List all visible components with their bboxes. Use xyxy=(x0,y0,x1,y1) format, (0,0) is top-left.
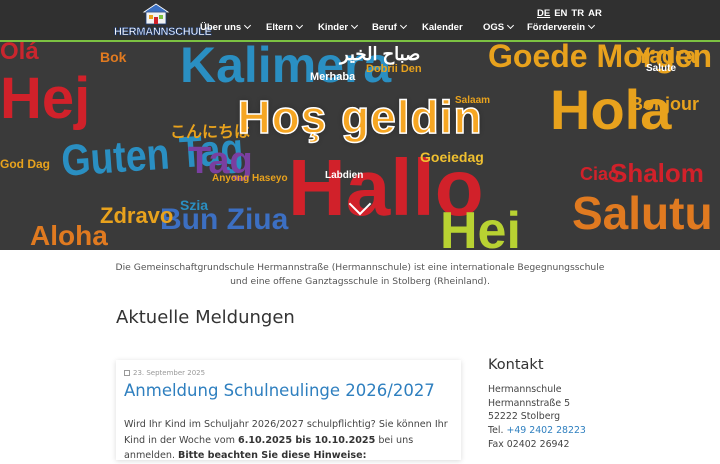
nav-item-label: Kinder xyxy=(318,22,349,33)
top-navigation: HERMANNSCHULE Über uns Eltern Kinder Beruf K… xyxy=(0,0,720,42)
greeting-word: Hei xyxy=(440,202,521,250)
contact-details: Hermannschule Hermannstraße 5 52222 Stol… xyxy=(488,383,586,452)
nav-item-eltern[interactable]: Eltern xyxy=(266,21,303,33)
contact-city: 52222 Stolberg xyxy=(488,411,561,423)
hero-headline: Hoş geldin xyxy=(237,90,483,144)
greeting-word: Merhaba xyxy=(310,71,356,83)
language-de[interactable]: DE xyxy=(537,8,550,19)
contact-widget: Kontakt Hermannschule Hermannstraße 5 52… xyxy=(488,357,586,452)
chevron-down-icon xyxy=(295,21,303,30)
calendar-icon xyxy=(124,370,130,376)
language-tr[interactable]: TR xyxy=(571,8,584,19)
intro-line-2: und eine offene Ganztagsschule in Stolbe… xyxy=(230,276,490,287)
post-bold-note: Bitte beachten Sie diese Hinweise: xyxy=(178,450,367,461)
chevron-down-icon xyxy=(588,21,596,30)
greeting-word: Goeiedag xyxy=(420,149,484,165)
greeting-word: Zdravo xyxy=(100,203,174,228)
nav-item-label: Über uns xyxy=(200,22,242,33)
language-en[interactable]: EN xyxy=(554,8,567,19)
school-logo[interactable]: HERMANNSCHULE xyxy=(114,0,212,42)
chevron-down-icon xyxy=(244,21,252,30)
greeting-word: Olá xyxy=(0,38,39,65)
chevron-down-icon xyxy=(399,21,407,30)
nav-item-f-rderverein[interactable]: Förderverein xyxy=(527,21,596,33)
nav-item--ber-uns[interactable]: Über uns xyxy=(200,21,252,33)
contact-phone-link[interactable]: +49 2402 28223 xyxy=(506,425,585,436)
greeting-word: Shalom xyxy=(610,158,704,188)
post-date-text: 23. September 2025 xyxy=(133,369,206,377)
contact-name: Hermannschule xyxy=(488,384,562,395)
post-excerpt: Wird Ihr Kind im Schuljahr 2026/2027 sch… xyxy=(124,417,454,464)
greeting-word: Ciao xyxy=(580,164,620,184)
nav-item-label: Beruf xyxy=(372,22,397,33)
nav-item-kinder[interactable]: Kinder xyxy=(318,21,359,33)
intro-line-1: Die Gemeinschaftgrundschule Hermannstraß… xyxy=(115,262,605,273)
contact-fax: Fax 02402 26942 xyxy=(488,438,570,450)
chevron-down-icon xyxy=(507,21,515,30)
contact-tel-label: Tel. xyxy=(488,425,504,437)
contact-phone-row: Tel. +49 2402 28223 xyxy=(488,424,586,438)
school-house-icon xyxy=(142,3,170,25)
greeting-word: Anyong Haseyo xyxy=(212,173,288,184)
nav-item-beruf[interactable]: Beruf xyxy=(372,21,407,33)
nav-item-label: Kalender xyxy=(422,22,463,33)
post-date: 23. September 2025 xyxy=(124,369,205,377)
language-switcher: DE EN TR AR xyxy=(537,8,606,19)
nav-item-ogs[interactable]: OGS xyxy=(483,21,515,33)
greeting-word: صباح الخير xyxy=(340,44,421,64)
chevron-down-icon xyxy=(351,21,359,30)
greeting-word: Szia xyxy=(180,197,209,213)
contact-street: Hermannstraße 5 xyxy=(488,397,571,409)
post-title-link[interactable]: Anmeldung Schulneulinge 2026/2027 xyxy=(124,381,435,400)
news-card: 23. September 2025 Anmeldung Schulneulin… xyxy=(116,360,461,461)
language-ar[interactable]: AR xyxy=(588,8,602,19)
nav-item-kalender[interactable]: Kalender xyxy=(422,22,463,33)
greeting-word: Dobrii Den xyxy=(366,63,422,75)
greeting-word: Salutu xyxy=(572,187,713,239)
intro-text: Die Gemeinschaftgrundschule Hermannstraß… xyxy=(0,261,720,289)
greeting-word: Labdien xyxy=(325,170,364,181)
nav-item-label: OGS xyxy=(483,22,505,33)
greeting-word: Aloha xyxy=(30,220,108,250)
greeting-word: Bok xyxy=(100,49,127,65)
logo-text: HERMANNSCHULE xyxy=(114,26,212,39)
nav-item-label: Förderverein xyxy=(527,22,586,33)
news-section-title: Aktuelle Meldungen xyxy=(116,307,295,328)
greeting-word: Salute xyxy=(646,63,677,74)
post-bold-dates: 6.10.2025 bis 10.10.2025 xyxy=(238,434,376,446)
greeting-word: God Dag xyxy=(0,157,50,171)
contact-title: Kontakt xyxy=(488,357,544,373)
nav-item-label: Eltern xyxy=(266,22,293,33)
